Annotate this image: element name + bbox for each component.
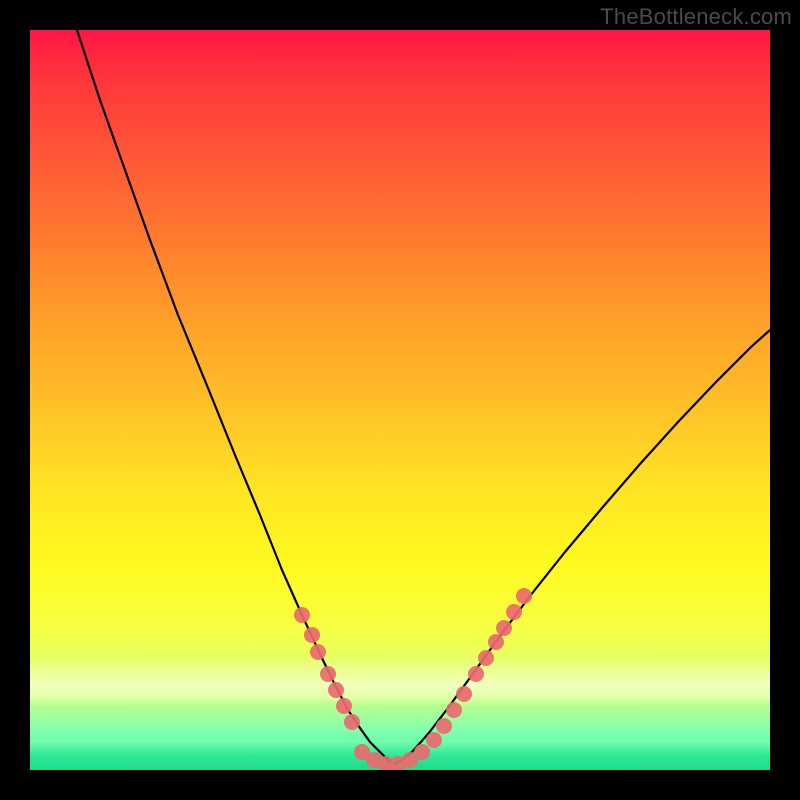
data-point <box>488 634 504 650</box>
data-point <box>478 650 494 666</box>
data-point <box>516 588 532 604</box>
data-point <box>456 686 472 702</box>
data-point <box>294 607 310 623</box>
chart-svg <box>30 30 770 770</box>
data-point <box>344 714 360 730</box>
watermark-text: TheBottleneck.com <box>600 4 792 30</box>
data-point <box>320 666 336 682</box>
data-point <box>436 718 452 734</box>
data-point <box>310 644 326 660</box>
data-point <box>328 682 344 698</box>
data-point <box>468 666 484 682</box>
curve-right <box>394 330 770 764</box>
data-point <box>414 744 430 760</box>
chart-frame <box>30 30 770 770</box>
data-point <box>506 604 522 620</box>
data-point <box>426 732 442 748</box>
data-point <box>446 702 462 718</box>
curve-left <box>77 30 394 764</box>
data-point <box>496 620 512 636</box>
data-point <box>336 698 352 714</box>
data-point <box>304 627 320 643</box>
